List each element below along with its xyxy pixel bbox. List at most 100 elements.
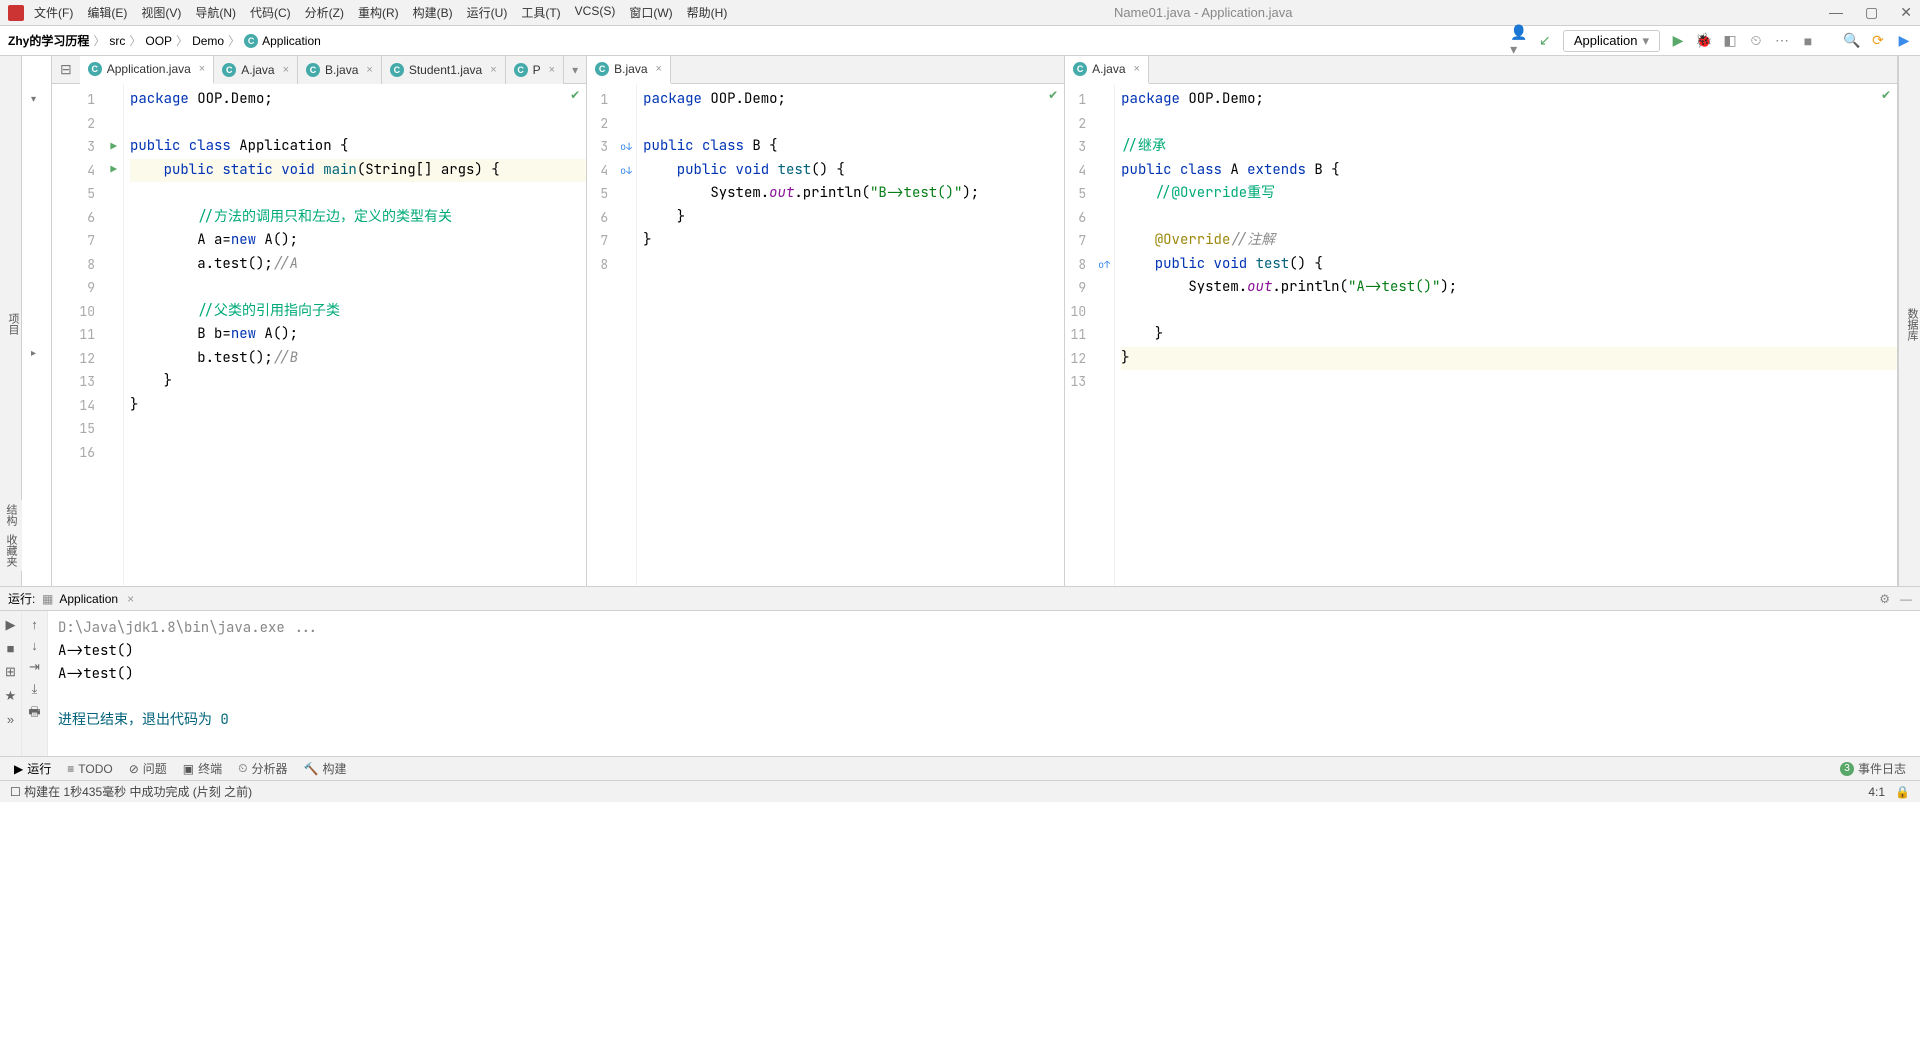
bottom-terminal-tab[interactable]: ▣ 终端 — [183, 760, 222, 777]
expand-icon[interactable]: ▾ — [31, 94, 36, 105]
menu-analyze[interactable]: 分析(Z) — [305, 4, 344, 21]
bottom-run-tab[interactable]: ▶ 运行 — [14, 760, 51, 777]
caret-position[interactable]: 4:1 — [1868, 785, 1885, 799]
code-editor-3[interactable]: package OOP.Demo; //继承 public class A ex… — [1115, 84, 1897, 586]
class-icon: C — [1073, 62, 1087, 76]
breadcrumb[interactable]: Zhy的学习历程 〉src 〉OOP 〉Demo 〉C Application — [8, 32, 321, 49]
bottom-build-tab[interactable]: 🔨 构建 — [304, 760, 347, 777]
code-editor-1[interactable]: package OOP.Demo; public class Applicati… — [124, 84, 586, 586]
gutter-1[interactable]: 123▶4▶5678910111213141516 — [52, 84, 124, 586]
project-collapsed[interactable]: ▾ ▸ — [22, 56, 52, 586]
run-panel-label: 运行: — [8, 590, 35, 607]
class-icon: C — [390, 63, 404, 77]
maximize-button[interactable]: ▢ — [1865, 4, 1878, 21]
override-gutter-icon[interactable]: o↑ — [1098, 258, 1110, 271]
tab-strip-3: CA.java× — [1065, 56, 1897, 84]
lock-icon[interactable]: 🔒 — [1895, 785, 1910, 799]
minimize-button[interactable]: — — [1829, 4, 1843, 21]
settings-sync-icon[interactable]: ▶ — [1896, 33, 1912, 49]
debug-button[interactable]: 🐞 — [1696, 33, 1712, 49]
down-icon[interactable]: ↓ — [31, 638, 38, 653]
stop-button[interactable]: ■ — [1800, 33, 1816, 49]
override-gutter-icon[interactable]: o↓ — [620, 140, 632, 153]
coverage-button[interactable]: ◧ — [1722, 33, 1738, 49]
print-icon[interactable]: 🖶 — [28, 703, 40, 725]
attach-button[interactable]: ⋯ — [1774, 33, 1790, 49]
run-tools-left: ▶ ■ ⊞ ★ » — [0, 611, 22, 756]
breadcrumb-class[interactable]: Application — [262, 34, 321, 48]
tabs-more-icon[interactable]: ▾ — [564, 63, 586, 77]
database-label[interactable]: 数据库 — [1906, 308, 1918, 341]
editor-split: ⊟ CApplication.java×CA.java×CB.java×CStu… — [52, 56, 1898, 586]
menu-file[interactable]: 文件(F) — [34, 4, 73, 21]
hide-icon[interactable]: — — [1900, 592, 1912, 606]
menu-bar: 文件(F) 编辑(E) 视图(V) 导航(N) 代码(C) 分析(Z) 重构(R… — [0, 0, 1920, 26]
close-icon[interactable]: × — [283, 64, 289, 76]
file-tab[interactable]: CP× — [506, 56, 564, 84]
menu-view[interactable]: 视图(V) — [141, 4, 181, 21]
project-label[interactable]: 项目 — [7, 313, 19, 335]
code-editor-2[interactable]: package OOP.Demo; public class B { publi… — [637, 84, 1064, 586]
more-icon[interactable]: » — [7, 712, 14, 727]
close-icon[interactable]: × — [127, 592, 134, 606]
console-output[interactable]: D:\Java\jdk1.8\bin\java.exe ... A->test(… — [48, 611, 1920, 756]
layout-icon[interactable]: ⊞ — [5, 664, 16, 680]
close-icon[interactable]: × — [656, 63, 662, 75]
file-tab[interactable]: CB.java× — [298, 56, 382, 84]
run-gutter-icon[interactable]: ▶ — [110, 140, 117, 154]
softwrap-icon[interactable]: ⇥ — [29, 659, 40, 675]
override-gutter-icon[interactable]: o↓ — [620, 164, 632, 177]
file-tab[interactable]: CApplication.java× — [80, 56, 215, 84]
search-icon[interactable]: 🔍 — [1844, 33, 1860, 49]
gutter-3[interactable]: 12345678o↑910111213 — [1065, 84, 1115, 586]
run-config-combo[interactable]: Application▾ — [1563, 30, 1660, 52]
bottom-profiler-tab[interactable]: ⏲ 分析器 — [238, 760, 287, 777]
settings-icon[interactable]: ⚙ — [1879, 592, 1890, 606]
menu-refactor[interactable]: 重构(R) — [358, 4, 399, 21]
class-icon: C — [306, 63, 320, 77]
run-button[interactable]: ▶ — [1670, 33, 1686, 49]
stop-run-button[interactable]: ■ — [7, 641, 15, 656]
file-tab[interactable]: CA.java× — [214, 56, 298, 84]
up-icon[interactable]: ↑ — [31, 617, 38, 632]
breadcrumb-demo[interactable]: Demo — [192, 34, 224, 48]
file-tab[interactable]: CA.java× — [1065, 56, 1149, 84]
editor-pane-2: CB.java× 123o↓4o↓5678 package OOP.Demo; … — [587, 56, 1065, 586]
menu-nav[interactable]: 导航(N) — [195, 4, 236, 21]
menu-tools[interactable]: 工具(T) — [521, 4, 560, 21]
scroll-end-icon[interactable]: ⤓ — [32, 681, 38, 697]
close-icon[interactable]: × — [1134, 63, 1140, 75]
favorite-icon[interactable]: ★ — [5, 688, 17, 704]
bottom-problems-tab[interactable]: ⊘ 问题 — [129, 760, 167, 777]
breadcrumb-oop[interactable]: OOP — [145, 34, 172, 48]
user-icon[interactable]: 👤▾ — [1511, 33, 1527, 49]
breadcrumb-src[interactable]: src — [109, 34, 125, 48]
gutter-2[interactable]: 123o↓4o↓5678 — [587, 84, 637, 586]
run-gutter-icon[interactable]: ▶ — [110, 163, 117, 177]
run-config-tab[interactable]: ▦ Application × — [42, 592, 134, 606]
expand-icon-2[interactable]: ▸ — [31, 348, 36, 359]
close-icon[interactable]: × — [366, 64, 372, 76]
close-icon[interactable]: × — [199, 63, 205, 75]
close-icon[interactable]: × — [490, 64, 496, 76]
ide-update-icon[interactable]: ⟳ — [1870, 33, 1886, 49]
profile-button[interactable]: ⏲ — [1748, 33, 1764, 49]
menu-edit[interactable]: 编辑(E) — [87, 4, 127, 21]
bottom-events-tab[interactable]: 3 事件日志 — [1840, 760, 1906, 777]
vcs-update-icon[interactable]: ↙ — [1537, 33, 1553, 49]
bottom-todo-tab[interactable]: ≡ TODO — [67, 762, 112, 776]
database-tool-strip[interactable]: 数据库 — [1898, 56, 1920, 586]
favorites-tool[interactable]: 收藏夹 — [3, 534, 19, 567]
breadcrumb-project[interactable]: Zhy的学习历程 — [8, 32, 89, 49]
menu-build[interactable]: 构建(B) — [413, 4, 453, 21]
file-tab[interactable]: CStudent1.java× — [382, 56, 506, 84]
structure-tool[interactable]: 结构 — [3, 504, 19, 526]
rerun-button[interactable]: ▶ — [6, 617, 16, 633]
close-button[interactable]: ✕ — [1900, 4, 1912, 21]
menu-code[interactable]: 代码(C) — [250, 4, 291, 21]
file-tab[interactable]: CB.java× — [587, 56, 671, 84]
inspection-ok-icon: ✔ — [570, 88, 580, 102]
tab-list-icon[interactable]: ⊟ — [52, 61, 80, 78]
menu-run[interactable]: 运行(U) — [467, 4, 508, 21]
close-icon[interactable]: × — [549, 64, 555, 76]
